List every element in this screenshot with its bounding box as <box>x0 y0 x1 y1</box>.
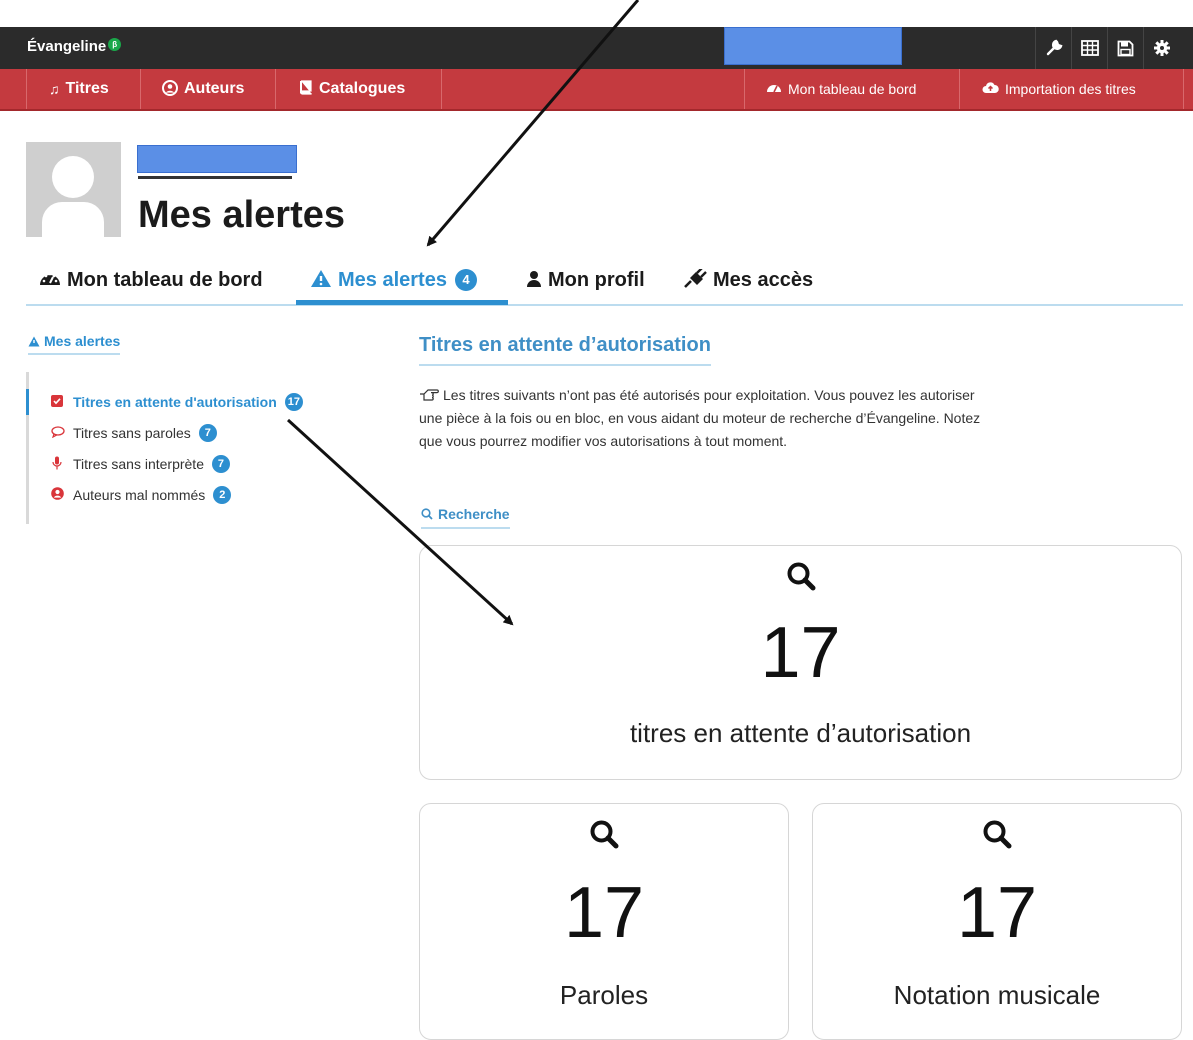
avatar <box>26 142 121 237</box>
toolbar <box>1035 27 1179 69</box>
card-label: Paroles <box>559 980 649 1010</box>
brand-name: Évangeline <box>27 38 107 55</box>
search-heading-label: Recherche <box>438 506 510 522</box>
tab-label: Mes accès <box>713 268 814 291</box>
dashboard-icon <box>766 81 782 97</box>
speech-bubble-icon <box>51 425 65 441</box>
sidebar-item-label: Auteurs mal nommés <box>73 487 206 503</box>
gear-icon[interactable] <box>1143 27 1179 69</box>
card-count: 17 <box>760 613 841 693</box>
nav-label: Titres <box>65 80 109 97</box>
user-alert-icon <box>51 487 64 503</box>
tab-label: Mon profil <box>548 268 645 291</box>
sidebar-item-no-performer[interactable]: Titres sans interprète 7 <box>51 455 230 473</box>
nav-label: Mon tableau de bord <box>788 81 917 97</box>
nav-dashboard[interactable]: Mon tableau de bord <box>766 69 916 109</box>
sidebar-active-indicator <box>26 389 29 415</box>
card-count: 17 <box>563 873 645 953</box>
sidebar-item-label: Titres sans interprète <box>73 456 204 472</box>
profile-tabs: Mon tableau de bord Mes alertes 4 Mon pro… <box>26 256 1183 306</box>
sidebar-item-label: Titres sans paroles <box>73 425 191 441</box>
sidebar-item-no-lyrics[interactable]: Titres sans paroles 7 <box>51 424 217 442</box>
count-badge: 17 <box>284 393 304 411</box>
sidebar-item-label: Titres en attente d'autorisation <box>73 394 277 410</box>
music-icon: ♫ <box>49 81 60 97</box>
plug-icon <box>683 266 707 292</box>
section-description: Les titres suivants n’ont pas été autori… <box>419 384 994 453</box>
nav-titres[interactable]: ♫ Titres <box>49 69 109 109</box>
dashboard-icon <box>39 271 61 290</box>
tab-access[interactable]: Mes accès <box>683 256 813 304</box>
search-heading: Recherche <box>421 506 510 529</box>
search-icon <box>813 818 1181 855</box>
main-nav: ♫ Titres Auteurs Catalogues Mon tableau d… <box>0 69 1193 111</box>
sidebar-heading: Mes alertes <box>28 333 121 355</box>
cloud-upload-icon <box>982 81 999 97</box>
page-title: Mes alertes <box>138 194 346 236</box>
tab-profile[interactable]: Mon profil <box>526 256 645 304</box>
top-bar: Évangeline β <box>0 27 1193 69</box>
search-icon <box>421 508 433 520</box>
microphone-icon <box>51 456 63 473</box>
active-tab-indicator <box>296 300 508 305</box>
count-badge: 7 <box>211 455 230 473</box>
grid-icon[interactable] <box>1071 27 1107 69</box>
tab-alerts[interactable]: Mes alertes 4 <box>310 256 477 304</box>
search-icon <box>420 560 1181 597</box>
checkbox-icon <box>51 394 63 410</box>
wrench-icon[interactable] <box>1035 27 1071 69</box>
beta-badge: β <box>108 38 122 51</box>
nav-catalogues[interactable]: Catalogues <box>298 69 405 109</box>
card-music-notation[interactable]: 17 Notation musicale <box>812 803 1182 1040</box>
card-lyrics[interactable]: 17 Paroles <box>419 803 789 1040</box>
sidebar-item-pending[interactable]: Titres en attente d'autorisation 17 <box>51 393 304 411</box>
save-icon[interactable] <box>1107 27 1143 69</box>
card-label: titres en attente d’autorisation <box>629 718 972 748</box>
pointing-hand-icon <box>420 389 439 401</box>
user-icon <box>526 270 542 290</box>
section-heading: Titres en attente d’autorisation <box>419 334 711 366</box>
book-icon <box>298 80 313 98</box>
count-badge: 7 <box>198 424 217 442</box>
nav-label: Catalogues <box>319 80 406 97</box>
redacted-block <box>724 27 902 65</box>
name-underline <box>138 176 292 179</box>
warning-icon <box>310 269 332 291</box>
alerts-count-badge: 4 <box>454 269 477 291</box>
brand-logo[interactable]: Évangeline β <box>27 38 122 55</box>
nav-import[interactable]: Importation des titres <box>982 69 1136 109</box>
count-badge: 2 <box>213 486 232 504</box>
card-label: Notation musicale <box>893 980 1101 1010</box>
tab-label: Mon tableau de bord <box>67 268 263 291</box>
sidebar-heading-label: Mes alertes <box>44 333 121 349</box>
card-count: 17 <box>956 873 1038 953</box>
nav-label: Importation des titres <box>1005 81 1136 97</box>
card-pending-titles[interactable]: 17 titres en attente d’autorisation <box>419 545 1182 780</box>
warning-icon <box>28 336 40 347</box>
redacted-user-name <box>137 145 297 173</box>
nav-label: Auteurs <box>184 80 245 97</box>
search-icon <box>420 818 788 855</box>
description-text: Les titres suivants n’ont pas été autori… <box>419 387 981 449</box>
user-circle-icon <box>162 79 178 99</box>
tab-label: Mes alertes <box>338 268 447 291</box>
nav-auteurs[interactable]: Auteurs <box>162 69 244 109</box>
sidebar-item-misnamed-authors[interactable]: Auteurs mal nommés 2 <box>51 486 232 504</box>
tab-dashboard[interactable]: Mon tableau de bord <box>39 256 263 304</box>
